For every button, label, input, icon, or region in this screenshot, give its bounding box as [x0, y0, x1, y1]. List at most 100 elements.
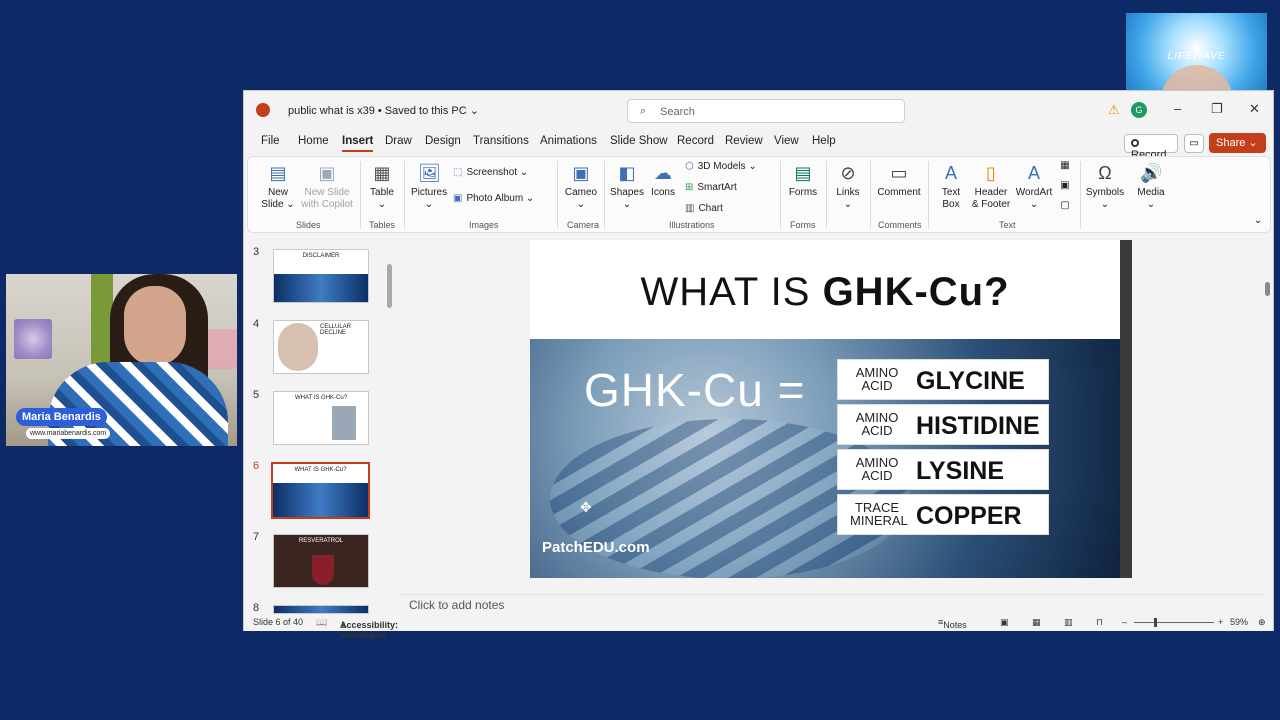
icons-button[interactable]: ☁ Icons	[648, 162, 678, 199]
slide-title[interactable]: WHAT IS GHK-Cu?	[530, 270, 1120, 315]
search-icon: ⌕	[640, 105, 647, 117]
scrollbar-thumb[interactable]	[1265, 282, 1270, 296]
close-button[interactable]: ✕	[1249, 101, 1260, 117]
component-name: HISTIDINE	[916, 412, 1040, 440]
document-title[interactable]: public what is x39 • Saved to this PC ⌄	[288, 104, 479, 117]
slide-thumbnail-8[interactable]	[273, 605, 369, 614]
search-box[interactable]: ⌕ Search	[627, 99, 905, 123]
thumb-number: 3	[253, 246, 260, 258]
zoom-slider[interactable]	[1134, 622, 1214, 623]
tab-view[interactable]: View	[774, 135, 799, 147]
shapes-button[interactable]: ◧ Shapes ⌄	[610, 162, 644, 211]
spelling-icon[interactable]: 📖	[316, 617, 327, 628]
fit-to-window-icon[interactable]: ⊕	[1258, 617, 1266, 628]
slide-thumbnail-4[interactable]: CELLULAR DECLINE	[273, 320, 369, 374]
slide-scrollbar[interactable]	[1263, 234, 1273, 614]
thumbnail-scrollbar[interactable]	[385, 234, 393, 604]
slide-dna-image[interactable]: GHK-Cu = AMINO ACID GLYCINE AMINO ACID HIS…	[530, 339, 1120, 578]
slide-number-button[interactable]: ▣	[1058, 180, 1072, 192]
tab-help[interactable]: Help	[812, 135, 836, 147]
cameo-icon: ▣	[572, 163, 590, 183]
screenshot-button[interactable]: ⬚ Screenshot ⌄	[453, 167, 528, 178]
record-button[interactable]: Record	[1124, 134, 1178, 161]
ribbon-expand-chevron-icon[interactable]: ⌄	[1252, 215, 1264, 227]
text-box-label: Text Box	[941, 187, 961, 210]
date-time-button[interactable]: ▦	[1058, 160, 1072, 172]
forms-button[interactable]: ▤ Forms	[786, 162, 820, 199]
symbols-button[interactable]: Ω Symbols ⌄	[1084, 162, 1126, 211]
share-button[interactable]: Share ⌄	[1209, 133, 1266, 153]
slide-thumbnail-7[interactable]: RESVERATROL	[273, 534, 369, 588]
normal-view-icon[interactable]: ▣	[1000, 617, 1009, 628]
chart-label: Chart	[698, 203, 723, 214]
thumb-title: RESVERATROL	[298, 538, 344, 544]
tab-transitions[interactable]: Transitions	[473, 135, 529, 147]
3d-models-button[interactable]: ⬡ 3D Models ⌄	[685, 161, 757, 172]
tab-record[interactable]: Record	[677, 135, 714, 147]
current-slide[interactable]: WHAT IS GHK-Cu? GHK-Cu = AMINO ACID GLYCI…	[530, 240, 1132, 578]
slide-thumbnail-5[interactable]: WHAT IS GHK-Cu?	[273, 391, 369, 445]
separator	[826, 161, 827, 229]
header-footer-label: Header & Footer	[971, 187, 1011, 210]
new-slide-button[interactable]: ▤ New Slide ⌄	[260, 162, 296, 211]
tab-design[interactable]: Design	[425, 135, 461, 147]
component-type: AMINO ACID	[855, 410, 899, 438]
component-type: AMINO ACID	[855, 455, 899, 483]
minimize-button[interactable]: –	[1174, 101, 1181, 116]
notes-toggle[interactable]: ≡ Notes	[938, 617, 967, 630]
tab-animations[interactable]: Animations	[540, 135, 597, 147]
group-label-slides: Slides	[296, 220, 321, 230]
slide-sorter-icon[interactable]: ▦	[1032, 617, 1041, 628]
zoom-level[interactable]: 59%	[1230, 617, 1248, 627]
tab-home[interactable]: Home	[298, 135, 329, 147]
powerpoint-window: public what is x39 • Saved to this PC ⌄ …	[243, 90, 1274, 640]
zoom-slider-thumb[interactable]	[1154, 618, 1157, 627]
photo-album-button[interactable]: ▣ Photo Album ⌄	[453, 193, 534, 204]
ribbon-insert: ▤ New Slide ⌄ ▣ New Slide with Copilot Sli…	[247, 156, 1271, 233]
link-icon: ⊘	[840, 163, 856, 183]
shapes-label: Shapes ⌄	[610, 187, 644, 210]
component-card-glycine: AMINO ACID GLYCINE	[837, 359, 1049, 400]
separator	[404, 161, 405, 229]
tab-file[interactable]: File	[261, 135, 280, 147]
warning-icon[interactable]: ⚠	[1108, 102, 1120, 118]
scrollbar-thumb[interactable]	[387, 264, 392, 308]
slide-thumbnail-3[interactable]: DISCLAIMER	[273, 249, 369, 303]
header-footer-button[interactable]: ▯ Header & Footer	[970, 162, 1012, 211]
links-button[interactable]: ⊘ Links ⌄	[832, 162, 864, 211]
tab-slide-show[interactable]: Slide Show	[610, 135, 668, 147]
table-button[interactable]: ▦ Table ⌄	[366, 162, 398, 211]
comment-button[interactable]: ▭ Comment	[876, 162, 922, 199]
tab-draw[interactable]: Draw	[385, 135, 412, 147]
speaker-icon: 🔊	[1140, 163, 1163, 183]
user-avatar[interactable]: G	[1131, 102, 1147, 118]
object-button[interactable]: ▢	[1058, 200, 1072, 212]
slide-count: Slide 6 of 40	[253, 617, 304, 627]
powerpoint-app-icon[interactable]	[256, 103, 270, 117]
reading-view-icon[interactable]: ▥	[1064, 617, 1073, 628]
slide-editing-canvas[interactable]: WHAT IS GHK-Cu? GHK-Cu = AMINO ACID GLYCI…	[400, 234, 1265, 594]
text-box-button[interactable]: A Text Box	[936, 162, 966, 211]
media-button[interactable]: 🔊 Media ⌄	[1132, 162, 1170, 211]
cameo-label: Cameo ⌄	[564, 187, 598, 210]
slideshow-view-icon[interactable]: ⊓	[1096, 617, 1103, 628]
slide-thumbnail-6[interactable]: WHAT IS GHK-Cu?	[271, 462, 370, 519]
new-slide-copilot-button[interactable]: ▣ New Slide with Copilot	[298, 162, 356, 211]
thumb-number: 7	[253, 531, 260, 543]
cameo-button[interactable]: ▣ Cameo ⌄	[564, 162, 598, 211]
zoom-out-icon[interactable]: –	[1122, 617, 1127, 627]
smartart-button[interactable]: ⊞ SmartArt	[685, 182, 737, 193]
separator	[870, 161, 871, 229]
tab-insert[interactable]: Insert	[342, 135, 374, 152]
share-label: Share ⌄	[1216, 137, 1258, 149]
restore-button[interactable]: ❐	[1211, 101, 1223, 117]
chart-button[interactable]: ▥ Chart	[685, 203, 723, 214]
group-label-tables: Tables	[369, 220, 396, 230]
comments-pane-button[interactable]: ▭	[1184, 134, 1204, 153]
pictures-button[interactable]: 🖼 Pictures ⌄	[411, 162, 447, 211]
notes-pane[interactable]: Click to add notes	[400, 594, 1265, 614]
zoom-in-icon[interactable]: +	[1218, 617, 1223, 627]
comment-label: Comment	[877, 187, 921, 198]
wordart-button[interactable]: A WordArt ⌄	[1014, 162, 1054, 211]
tab-review[interactable]: Review	[725, 135, 763, 147]
